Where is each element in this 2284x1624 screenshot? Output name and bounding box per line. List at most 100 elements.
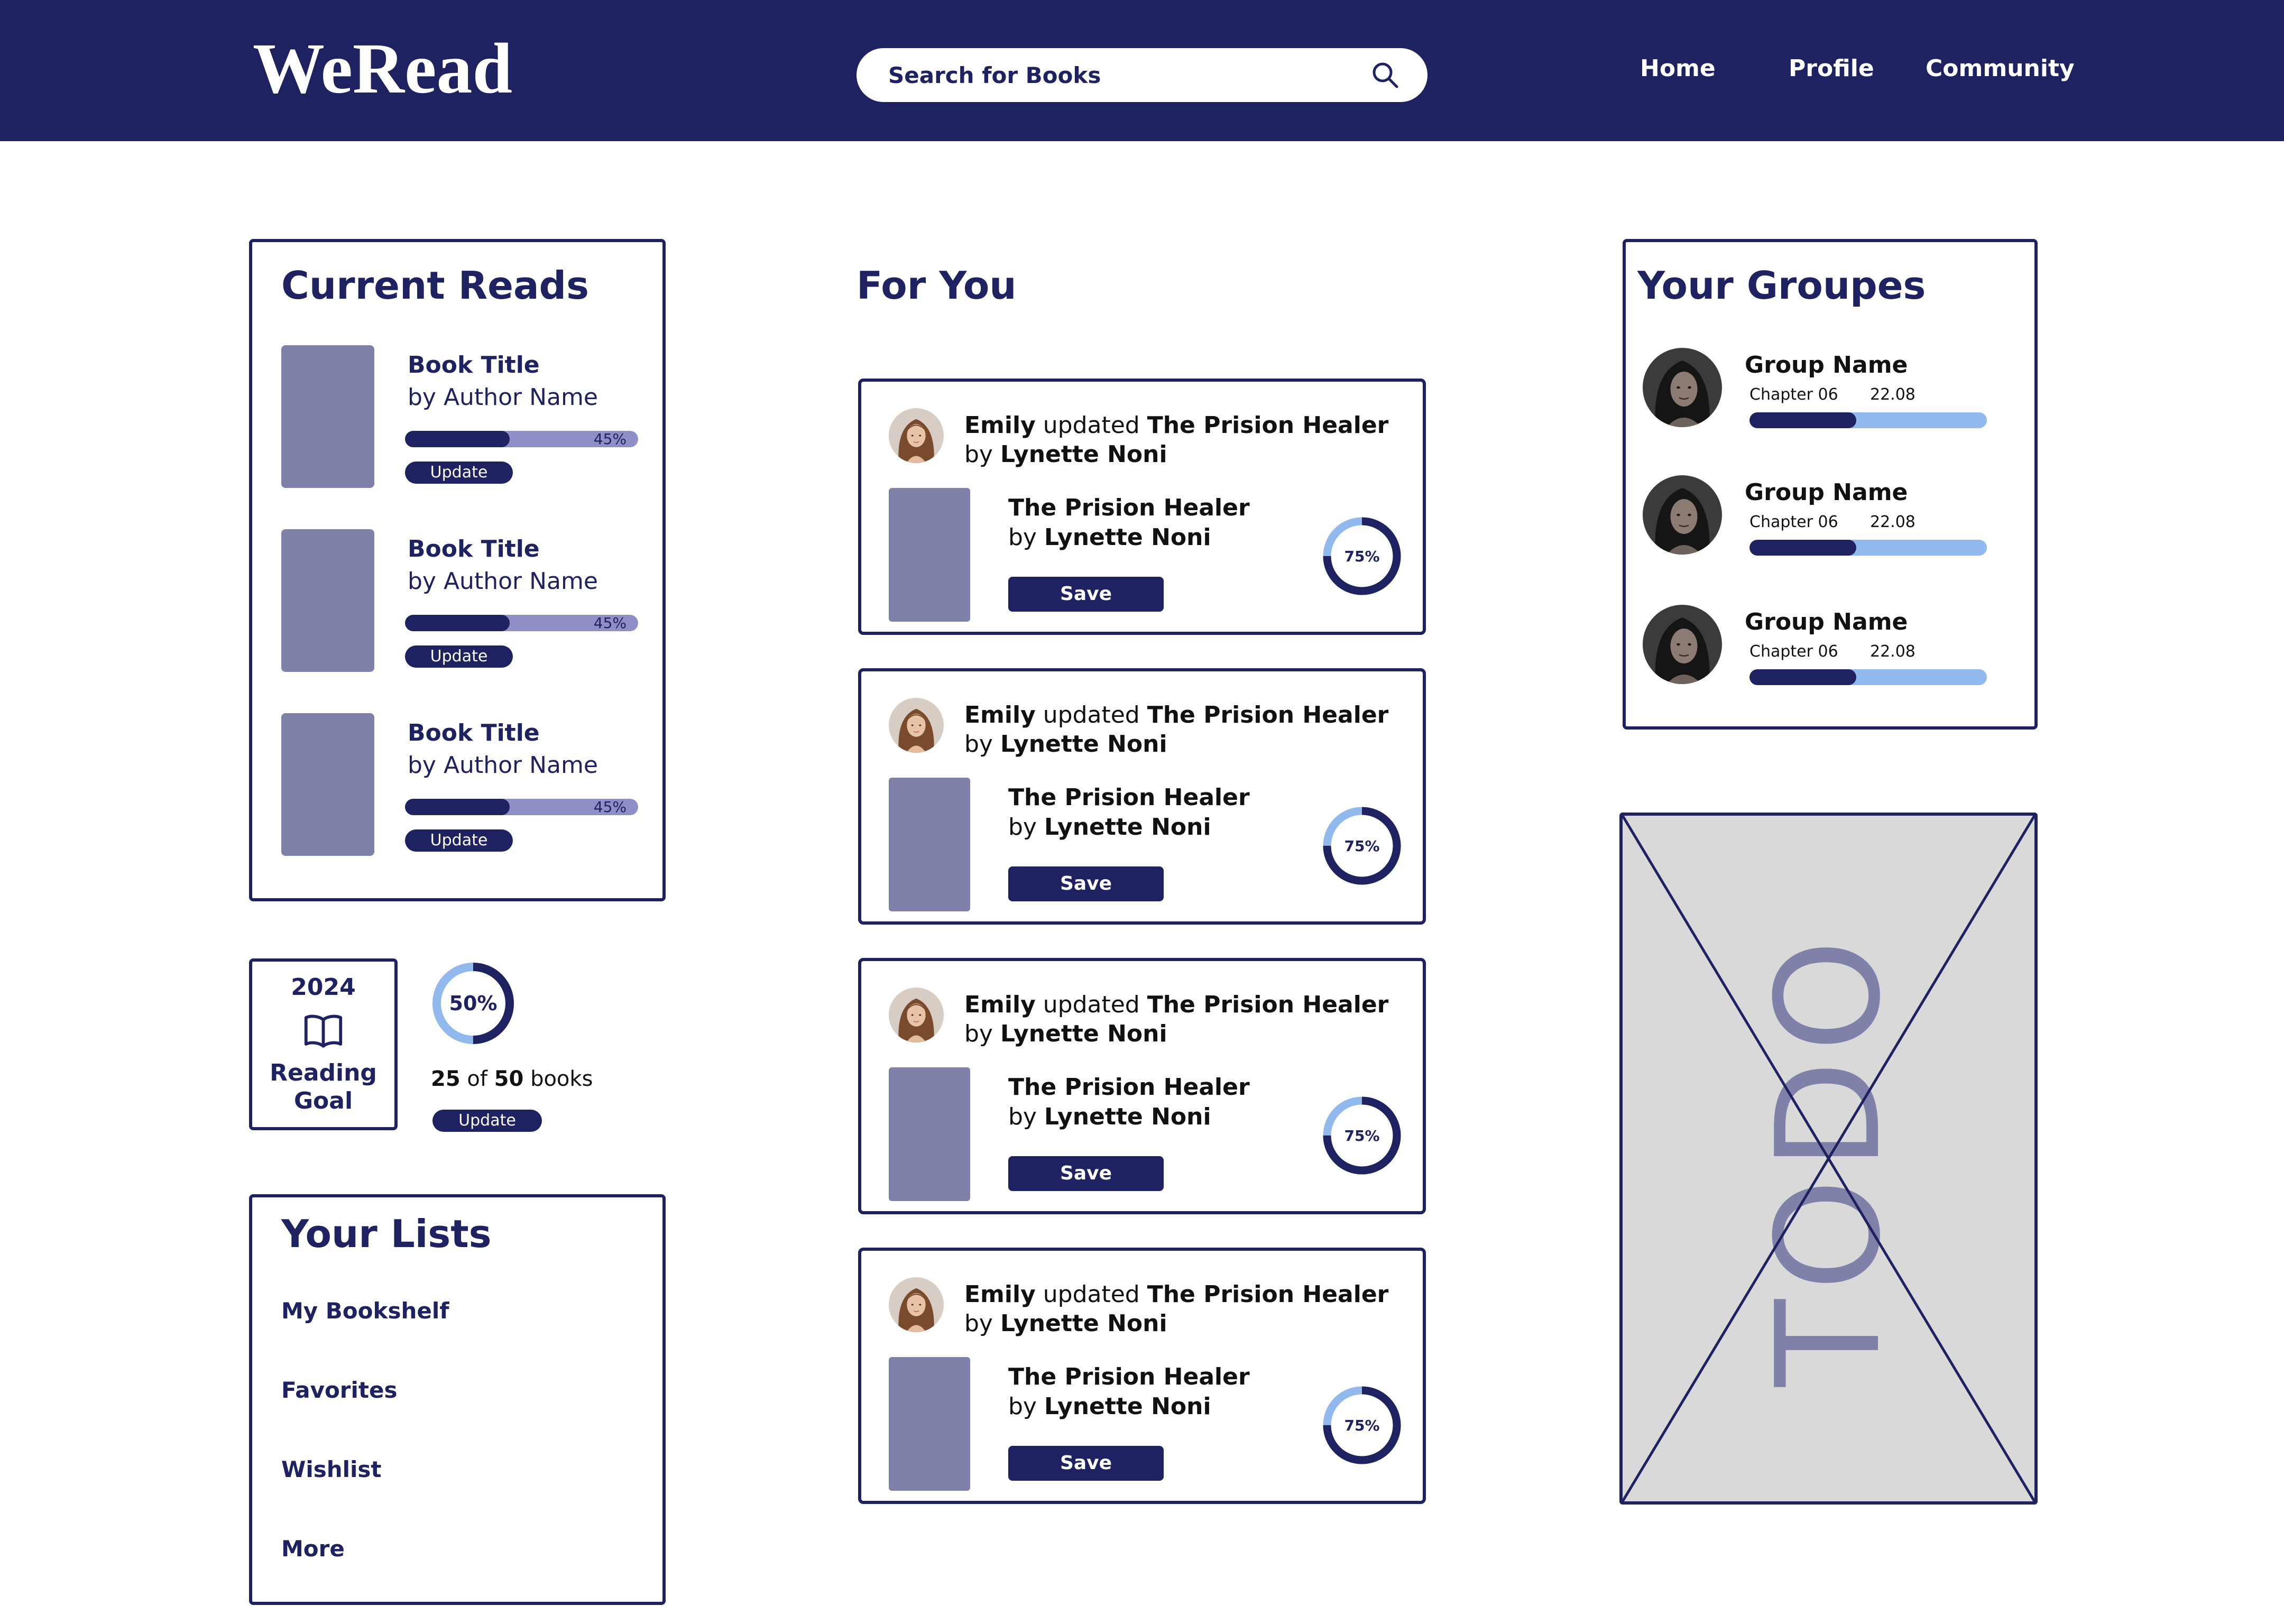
book-cover[interactable]	[889, 778, 970, 911]
your-groups-panel: Your Groupes Group Name Chapter 06 22.08…	[1623, 239, 2038, 730]
save-button[interactable]: Save	[1008, 1156, 1164, 1191]
feed-card: Emily updated The Prision Healer by Lyne…	[858, 958, 1426, 1214]
list-item-favorites[interactable]: Favorites	[281, 1377, 397, 1404]
avatar[interactable]	[1643, 348, 1722, 427]
group-item[interactable]: Group Name Chapter 06 22.08	[1643, 475, 2013, 560]
list-item-my-bookshelf[interactable]: My Bookshelf	[281, 1298, 449, 1324]
reading-goal-year: 2024	[291, 974, 356, 1001]
book-cover[interactable]	[889, 1067, 970, 1201]
feed-author-name: Lynette Noni	[1000, 1020, 1167, 1047]
book-author: by Author Name	[408, 752, 598, 779]
logo[interactable]: WeRead	[253, 29, 512, 108]
reading-progress-fill	[405, 799, 510, 815]
group-date: 22.08	[1870, 385, 1915, 404]
current-reads-title: Current Reads	[281, 263, 589, 308]
card-book-title[interactable]: The Prision Healer	[1008, 1364, 1250, 1390]
search-input[interactable]	[888, 48, 1353, 102]
group-item[interactable]: Group Name Chapter 06 22.08	[1643, 605, 2013, 689]
avatar[interactable]	[1643, 605, 1722, 684]
list-item-wishlist[interactable]: Wishlist	[281, 1456, 382, 1483]
feed-author-line: by Lynette Noni	[964, 441, 1167, 468]
feed-user-name[interactable]: Emily	[964, 702, 1036, 728]
card-book-title[interactable]: The Prision Healer	[1008, 785, 1250, 811]
card-book-title[interactable]: The Prision Healer	[1008, 495, 1250, 521]
feed-user-name[interactable]: Emily	[964, 1281, 1036, 1308]
book-title[interactable]: Book Title	[408, 536, 540, 562]
nav-home[interactable]: Home	[1640, 53, 1716, 85]
reading-progress-bar: 45%	[405, 431, 638, 447]
current-read-item: Book Title by Author Name 45% Update	[281, 529, 651, 672]
reading-goal-count: 25 of 50 books	[431, 1067, 593, 1091]
save-button[interactable]: Save	[1008, 1446, 1164, 1481]
books-unit-label: books	[530, 1067, 593, 1091]
feed-card: Emily updated The Prision Healer by Lyne…	[858, 668, 1426, 925]
book-title[interactable]: Book Title	[408, 720, 540, 746]
feed-book-name[interactable]: The Prision Healer	[1147, 702, 1389, 728]
search-icon[interactable]	[1369, 59, 1401, 91]
group-progress-bar	[1749, 669, 1987, 685]
update-button[interactable]: Update	[405, 462, 513, 484]
avatar[interactable]	[889, 1277, 944, 1332]
feed-activity-line: Emily updated The Prision Healer	[964, 702, 1388, 728]
avatar[interactable]	[1643, 475, 1722, 555]
feed-author-name: Lynette Noni	[1000, 731, 1167, 758]
feed-user-name[interactable]: Emily	[964, 991, 1036, 1018]
group-name[interactable]: Group Name	[1745, 352, 1908, 379]
card-book-author-line: by Lynette Noni	[1008, 814, 1211, 841]
book-cover[interactable]	[889, 1357, 970, 1491]
feed-card: Emily updated The Prision Healer by Lyne…	[858, 379, 1426, 635]
save-button[interactable]: Save	[1008, 577, 1164, 612]
books-read-count: 25	[431, 1067, 461, 1091]
book-cover[interactable]	[889, 488, 970, 622]
book-author: by Author Name	[408, 384, 598, 411]
group-name[interactable]: Group Name	[1745, 479, 1908, 506]
card-book-title[interactable]: The Prision Healer	[1008, 1074, 1250, 1101]
book-cover[interactable]	[281, 529, 374, 672]
card-by-label: by	[1008, 1393, 1037, 1420]
feed-book-name[interactable]: The Prision Healer	[1147, 991, 1389, 1018]
group-progress-fill	[1749, 669, 1857, 685]
card-book-author: Lynette Noni	[1044, 814, 1211, 841]
nav-profile[interactable]: Profile	[1789, 53, 1874, 85]
list-item-more[interactable]: More	[281, 1536, 345, 1562]
card-book-author: Lynette Noni	[1044, 1103, 1211, 1130]
update-goal-button[interactable]: Update	[432, 1110, 542, 1132]
reading-progress-bar: 45%	[405, 615, 638, 631]
feed-book-name[interactable]: The Prision Healer	[1147, 1281, 1389, 1308]
update-button[interactable]: Update	[405, 829, 513, 852]
book-title[interactable]: Book Title	[408, 352, 540, 379]
card-book-author: Lynette Noni	[1044, 1393, 1211, 1420]
feed-action: updated	[1043, 412, 1140, 439]
reading-progress-label: 45%	[593, 615, 627, 631]
search-bar[interactable]	[856, 48, 1428, 102]
books-of-label: of	[467, 1067, 487, 1091]
feed-book-name[interactable]: The Prision Healer	[1147, 412, 1389, 439]
todo-placeholder: TODO	[1619, 813, 2038, 1505]
card-book-author: Lynette Noni	[1044, 524, 1211, 551]
reading-goal-label-line1: Reading	[270, 1059, 377, 1086]
avatar[interactable]	[889, 988, 944, 1042]
card-book-author-line: by Lynette Noni	[1008, 1394, 1211, 1420]
group-item[interactable]: Group Name Chapter 06 22.08	[1643, 348, 2013, 432]
update-button[interactable]: Update	[405, 645, 513, 668]
avatar[interactable]	[889, 698, 944, 753]
book-cover[interactable]	[281, 345, 374, 488]
reading-goal-donut: 50%	[431, 961, 515, 1046]
book-cover[interactable]	[281, 713, 374, 856]
reading-goal-label-line2: Goal	[293, 1087, 353, 1114]
card-by-label: by	[1008, 814, 1037, 841]
card-by-label: by	[1008, 1103, 1037, 1130]
avatar[interactable]	[889, 408, 944, 463]
book-progress-donut: 75%	[1322, 1386, 1402, 1465]
feed-user-name[interactable]: Emily	[964, 412, 1036, 439]
books-goal-count: 50	[494, 1067, 524, 1091]
feed-card: Emily updated The Prision Healer by Lyne…	[858, 1248, 1426, 1504]
your-lists-title: Your Lists	[281, 1212, 492, 1256]
nav-community[interactable]: Community	[1926, 53, 2075, 85]
feed-author-name: Lynette Noni	[1000, 1310, 1167, 1337]
group-name[interactable]: Group Name	[1745, 609, 1908, 635]
save-button[interactable]: Save	[1008, 866, 1164, 901]
feed-action: updated	[1043, 1281, 1140, 1308]
group-date: 22.08	[1870, 642, 1915, 661]
reading-goal-card[interactable]: 2024 Reading Goal	[249, 958, 398, 1130]
